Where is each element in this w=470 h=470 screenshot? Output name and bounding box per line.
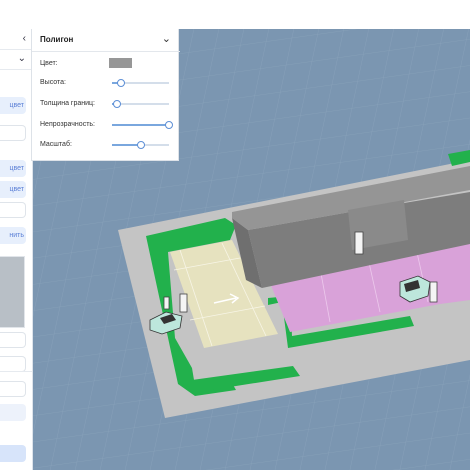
panel-header[interactable]: Полигон ⌄	[32, 29, 180, 52]
border-width-slider[interactable]	[112, 100, 169, 108]
preview-thumbnail[interactable]	[0, 256, 25, 328]
color-swatch[interactable]	[109, 58, 132, 68]
action-button[interactable]	[0, 445, 26, 462]
opacity-slider[interactable]	[112, 121, 173, 129]
top-toolbar	[0, 0, 470, 29]
height-slider[interactable]	[112, 79, 169, 87]
color-button[interactable]: цвет	[0, 97, 26, 114]
slider-label-height: Высота:	[40, 79, 66, 86]
apply-button[interactable]: нить	[0, 227, 26, 244]
chevron-down-icon[interactable]: ⌄	[18, 53, 26, 64]
slider-thumb[interactable]	[112, 100, 121, 108]
list-item[interactable]	[0, 404, 26, 421]
input-field[interactable]	[0, 202, 26, 218]
slider-label-scale: Масштаб:	[40, 141, 72, 148]
slider-label-opacity: Непрозрачность:	[40, 121, 95, 128]
color-label: Цвет:	[40, 60, 58, 67]
color-button[interactable]: цвет	[0, 181, 26, 198]
divider	[0, 49, 32, 50]
chevron-down-icon[interactable]: ⌄	[162, 32, 171, 45]
divider	[0, 371, 32, 372]
charging-station[interactable]	[179, 293, 188, 313]
charging-station[interactable]	[354, 231, 364, 255]
left-side-panel: ‹ ⌄ цвет цвет цвет нить	[0, 29, 33, 470]
scale-slider[interactable]	[112, 141, 169, 149]
slider-label-border-width: Толщина границ:	[40, 100, 95, 107]
color-button[interactable]: цвет	[0, 160, 26, 177]
slider-thumb[interactable]	[136, 141, 145, 149]
input-field[interactable]	[0, 356, 26, 372]
charging-station[interactable]	[163, 296, 170, 310]
input-field[interactable]	[0, 125, 26, 141]
slider-thumb[interactable]	[116, 79, 125, 87]
charging-station[interactable]	[429, 281, 438, 303]
panel-title: Полигон	[40, 35, 74, 44]
chevron-left-icon[interactable]: ‹	[23, 33, 26, 44]
polygon-properties-panel: Полигон ⌄ Цвет: Высота: Толщина границ: …	[31, 29, 180, 161]
input-field[interactable]	[0, 332, 26, 348]
input-field[interactable]	[0, 381, 26, 397]
divider	[0, 69, 32, 70]
slider-thumb[interactable]	[165, 121, 173, 129]
